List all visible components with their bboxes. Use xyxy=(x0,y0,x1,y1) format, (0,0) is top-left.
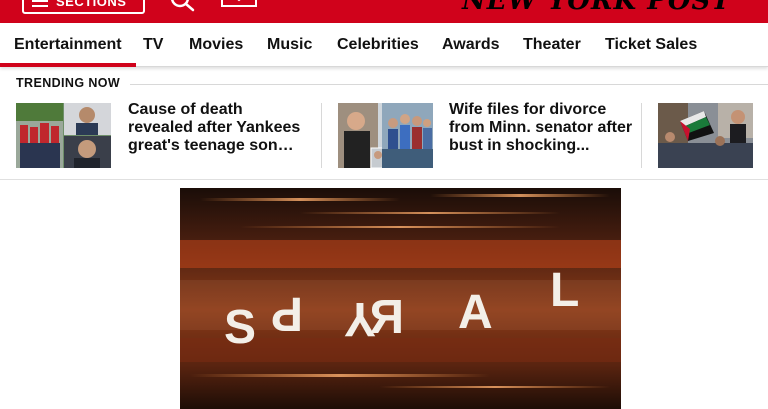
story-thumbnail-2[interactable] xyxy=(338,103,433,168)
story-divider xyxy=(321,103,322,168)
story-headline-1[interactable]: Cause of death revealed after Yankees gr… xyxy=(128,101,308,155)
nav-item-music[interactable]: Music xyxy=(267,23,312,67)
search-icon[interactable] xyxy=(170,0,196,12)
trending-story-3[interactable] xyxy=(658,103,768,168)
trending-now-heading: TRENDING NOW xyxy=(16,76,121,90)
section-nav: Entertainment TV Movies Music Celebritie… xyxy=(0,23,768,67)
hero-title-letters: S P Y R A L xyxy=(224,264,579,354)
nav-item-ticket-sales[interactable]: Ticket Sales xyxy=(605,23,697,67)
nav-item-celebrities[interactable]: Celebrities xyxy=(337,23,419,67)
sections-menu-button[interactable]: SECTIONS xyxy=(22,0,145,14)
story-thumbnail-3[interactable] xyxy=(658,103,753,168)
mail-icon[interactable] xyxy=(221,0,257,8)
story-headline-2[interactable]: Wife files for divorce from Minn. senato… xyxy=(449,101,635,155)
nav-item-theater[interactable]: Theater xyxy=(523,23,581,67)
trending-story-1[interactable]: Cause of death revealed after Yankees gr… xyxy=(16,101,316,168)
nav-item-awards[interactable]: Awards xyxy=(442,23,500,67)
nav-item-tv[interactable]: TV xyxy=(143,23,163,67)
hero-letter: S xyxy=(224,301,256,354)
trending-story-2[interactable]: Wife files for divorce from Minn. senato… xyxy=(338,101,638,168)
hamburger-icon xyxy=(32,0,48,2)
hero-letter: R xyxy=(369,291,404,344)
top-header-bar: SECTIONS NEW YORK POST xyxy=(0,0,768,23)
site-logo[interactable]: NEW YORK POST xyxy=(462,0,732,16)
sections-label: SECTIONS xyxy=(56,0,127,9)
nav-item-entertainment[interactable]: Entertainment xyxy=(0,23,136,67)
hero-letter: A xyxy=(458,286,493,339)
hero-letter: P xyxy=(271,287,303,340)
story-divider xyxy=(641,103,642,168)
trending-divider xyxy=(130,84,768,85)
story-thumbnail-1[interactable] xyxy=(16,103,111,168)
nav-item-movies[interactable]: Movies xyxy=(189,23,243,67)
hero-image[interactable]: S P Y R A L xyxy=(180,188,621,409)
trending-bottom-rule xyxy=(0,179,768,180)
hero-letter: L xyxy=(550,264,579,317)
